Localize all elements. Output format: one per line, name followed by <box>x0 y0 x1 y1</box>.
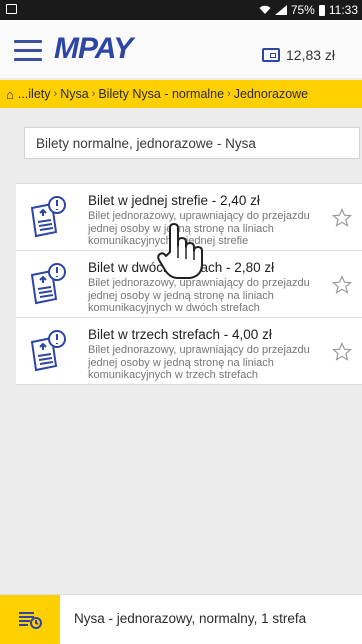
last-ticket-text: Nysa - jednorazowy, normalny, 1 strefa <box>74 611 307 626</box>
battery-icon <box>318 4 325 16</box>
ticket-description: Bilet jednorazowy, uprawniający do przej… <box>88 277 310 314</box>
signal-icon <box>274 5 287 15</box>
breadcrumb-item-nysa[interactable]: Nysa <box>60 87 88 101</box>
clock: 11:33 <box>328 3 358 17</box>
chevron-right-icon: › <box>227 88 231 100</box>
ticket-list: Bilet w jednej strefie - 2,40 zł Bilet j… <box>16 183 362 385</box>
ticket-title: Bilet w trzech strefach - 4,00 zł <box>88 327 272 342</box>
wallet-icon <box>262 48 280 62</box>
wallet-balance-button[interactable]: 12,83 zł <box>262 47 335 63</box>
ticket-icon <box>30 196 66 238</box>
battery-percent: 75% <box>290 3 315 17</box>
wallet-amount: 12,83 zł <box>286 47 336 63</box>
bottom-bar[interactable]: Nysa - jednorazowy, normalny, 1 strefa <box>0 594 362 644</box>
menu-icon[interactable] <box>14 40 42 61</box>
star-icon[interactable] <box>332 275 352 295</box>
app-header: MPAY 12,83 zł <box>0 20 362 78</box>
hand-pointer-icon <box>157 223 203 279</box>
wifi-icon <box>259 5 271 14</box>
star-icon[interactable] <box>332 208 352 228</box>
ticket-item-three-zones[interactable]: Bilet w trzech strefach - 4,00 zł Bilet … <box>16 318 362 385</box>
history-button[interactable] <box>0 595 60 644</box>
ticket-description: Bilet jednorazowy, uprawniający do przej… <box>88 344 310 381</box>
status-right: 75% 11:33 <box>259 3 358 17</box>
breadcrumb: ⌂ ...ilety › Nysa › Bilety Nysa - normal… <box>0 80 362 108</box>
chevron-right-icon: › <box>53 88 58 100</box>
home-icon[interactable]: ⌂ <box>6 87 14 102</box>
ticket-icon <box>30 263 66 305</box>
breadcrumb-item-bilety[interactable]: ...ilety <box>18 87 51 101</box>
app-logo: MPAY <box>54 32 133 65</box>
ticket-title: Bilet w jednej strefie - 2,40 zł <box>88 193 260 208</box>
category-search-field[interactable]: Bilety normalne, jednorazowe - Nysa <box>24 127 360 159</box>
ticket-icon <box>30 330 66 372</box>
star-icon[interactable] <box>332 342 352 362</box>
gallery-icon <box>6 4 17 14</box>
history-icon <box>19 611 42 629</box>
search-field-value: Bilety normalne, jednorazowe - Nysa <box>36 135 256 151</box>
chevron-right-icon: › <box>91 88 96 100</box>
breadcrumb-item-bilety-nysa-normalne[interactable]: Bilety Nysa - normalne <box>98 87 224 101</box>
breadcrumb-item-jednorazowe[interactable]: Jednorazowe <box>234 87 308 101</box>
status-bar: 75% 11:33 <box>0 0 362 20</box>
